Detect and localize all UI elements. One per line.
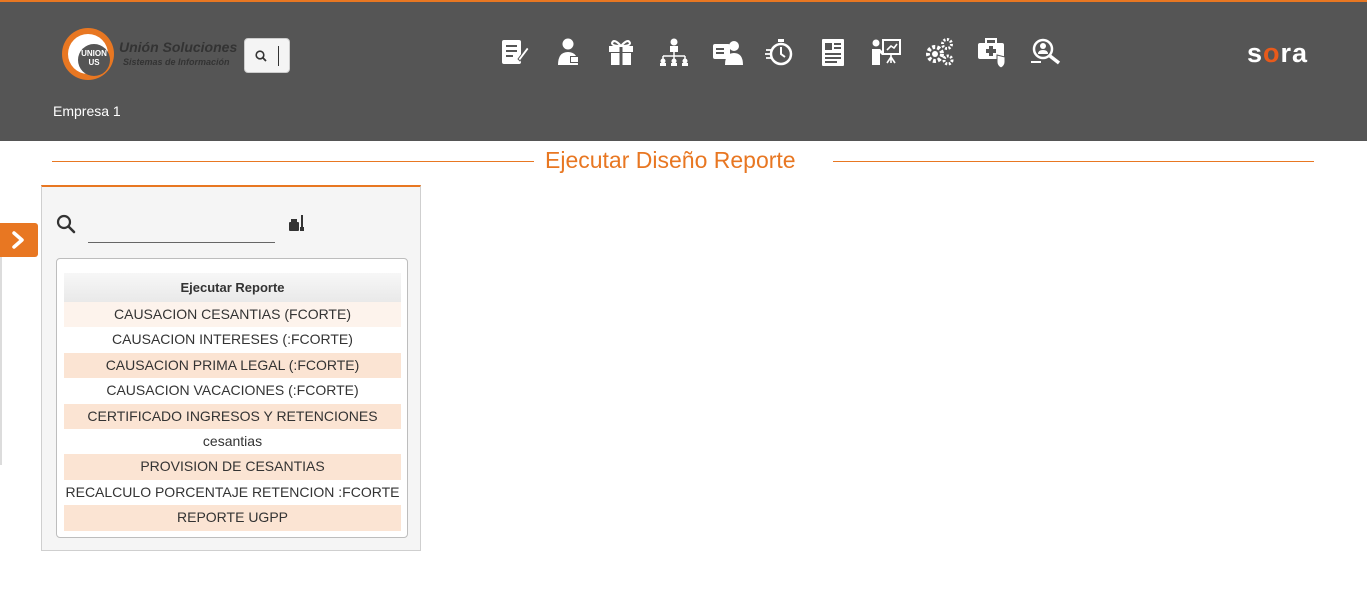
search-icon bbox=[255, 50, 267, 62]
brand-logo[interactable]: sora bbox=[1247, 38, 1308, 69]
grid-row[interactable]: CAUSACION PRIMA LEGAL (:FCORTE) bbox=[64, 352, 401, 379]
id-card-user-icon[interactable] bbox=[710, 35, 744, 69]
grid-row[interactable]: cesantias bbox=[64, 428, 401, 455]
page-title: Ejecutar Diseño Reporte bbox=[545, 147, 796, 173]
logo-subtitle: Sistemas de Información bbox=[123, 57, 230, 67]
company-name: Empresa 1 bbox=[53, 103, 121, 119]
gears-icon[interactable] bbox=[922, 35, 956, 69]
sidebar-toggle-button[interactable] bbox=[0, 223, 38, 257]
gift-icon[interactable] bbox=[604, 35, 638, 69]
org-chart-icon[interactable] bbox=[657, 35, 691, 69]
employee-icon[interactable] bbox=[551, 35, 585, 69]
report-panel: Ejecutar Reporte CAUSACION CESANTIAS (FC… bbox=[41, 185, 421, 551]
grid-column-header[interactable]: Ejecutar Reporte bbox=[64, 273, 401, 302]
page-title-row: Ejecutar Diseño Reporte bbox=[52, 145, 1314, 177]
stopwatch-icon[interactable] bbox=[763, 35, 797, 69]
user-search-icon[interactable] bbox=[1028, 35, 1062, 69]
report-grid: Ejecutar Reporte CAUSACION CESANTIAS (FC… bbox=[56, 258, 408, 538]
grid-row[interactable]: CAUSACION INTERESES (:FCORTE) bbox=[64, 327, 401, 353]
logo-title: Unión Soluciones bbox=[119, 39, 238, 55]
grid-row[interactable]: PROVISION DE CESANTIAS bbox=[64, 454, 401, 480]
grid-row[interactable]: CAUSACION CESANTIAS (FCORTE) bbox=[64, 302, 401, 328]
search-icon bbox=[56, 214, 76, 234]
edit-document-icon[interactable] bbox=[496, 35, 530, 69]
grid-row[interactable]: CERTIFICADO INGRESOS Y RETENCIONES bbox=[64, 403, 401, 429]
grid-row[interactable]: CAUSACION VACACIONES (:FCORTE) bbox=[64, 378, 401, 404]
global-search-button[interactable] bbox=[244, 38, 290, 73]
chevron-right-icon bbox=[12, 231, 24, 249]
grid-rows: CAUSACION CESANTIAS (FCORTE) CAUSACION IN… bbox=[64, 302, 401, 531]
medical-kit-shield-icon[interactable] bbox=[975, 35, 1009, 69]
logo-mark: UNION US bbox=[62, 28, 114, 80]
grid-row[interactable]: REPORTE UGPP bbox=[64, 505, 401, 531]
grid-row[interactable]: RECALCULO PORCENTAJE RETENCION :FCORTE bbox=[64, 479, 401, 506]
top-bar: UNION US Unión Soluciones Sistemas de In… bbox=[0, 0, 1367, 141]
presentation-icon[interactable] bbox=[869, 35, 903, 69]
report-search-input[interactable] bbox=[88, 212, 275, 243]
title-divider-right bbox=[833, 161, 1314, 162]
sidebar-edge bbox=[0, 257, 2, 465]
broom-clear-icon[interactable] bbox=[287, 213, 307, 233]
company-logo[interactable]: UNION US Unión Soluciones Sistemas de In… bbox=[62, 27, 247, 81]
report-document-icon[interactable] bbox=[816, 35, 850, 69]
title-divider-left bbox=[52, 161, 534, 162]
